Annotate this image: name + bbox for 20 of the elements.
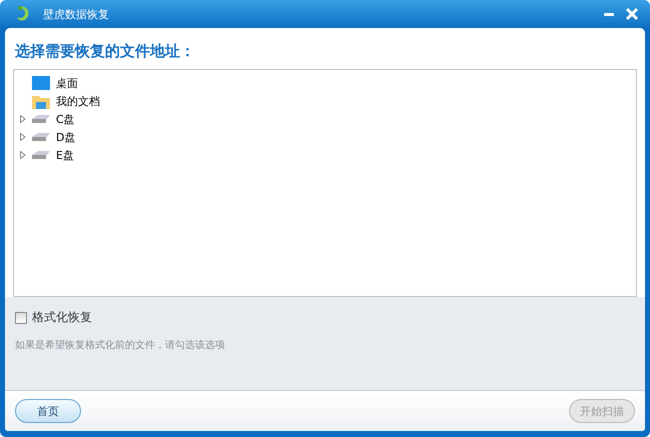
desktop-icon	[32, 76, 50, 90]
tree-item[interactable]: D盘	[56, 130, 76, 144]
expand-icon[interactable]	[20, 115, 26, 123]
drive-icon	[32, 132, 50, 142]
drive-icon	[32, 114, 50, 124]
tree-item[interactable]: E盘	[56, 148, 74, 162]
expand-icon[interactable]	[20, 151, 26, 159]
tree-item[interactable]: C盘	[56, 112, 75, 126]
drive-icon	[32, 150, 50, 160]
tree-item[interactable]: 桌面	[56, 76, 78, 90]
tree-item[interactable]: 我的文档	[56, 94, 100, 108]
window-title: 壁虎数据恢复	[43, 6, 109, 22]
hint-text: 如果是希望恢复格式化前的文件，请勾选该选项	[15, 338, 226, 352]
close-icon[interactable]	[625, 7, 639, 21]
section-heading: 选择需要恢复的文件地址：	[14, 41, 196, 62]
checkbox-label: 格式化恢复	[32, 309, 92, 326]
home-button[interactable]: 首页	[15, 399, 81, 423]
expand-icon[interactable]	[20, 133, 26, 141]
checkbox[interactable]	[15, 312, 27, 324]
folder-icon	[32, 94, 50, 108]
